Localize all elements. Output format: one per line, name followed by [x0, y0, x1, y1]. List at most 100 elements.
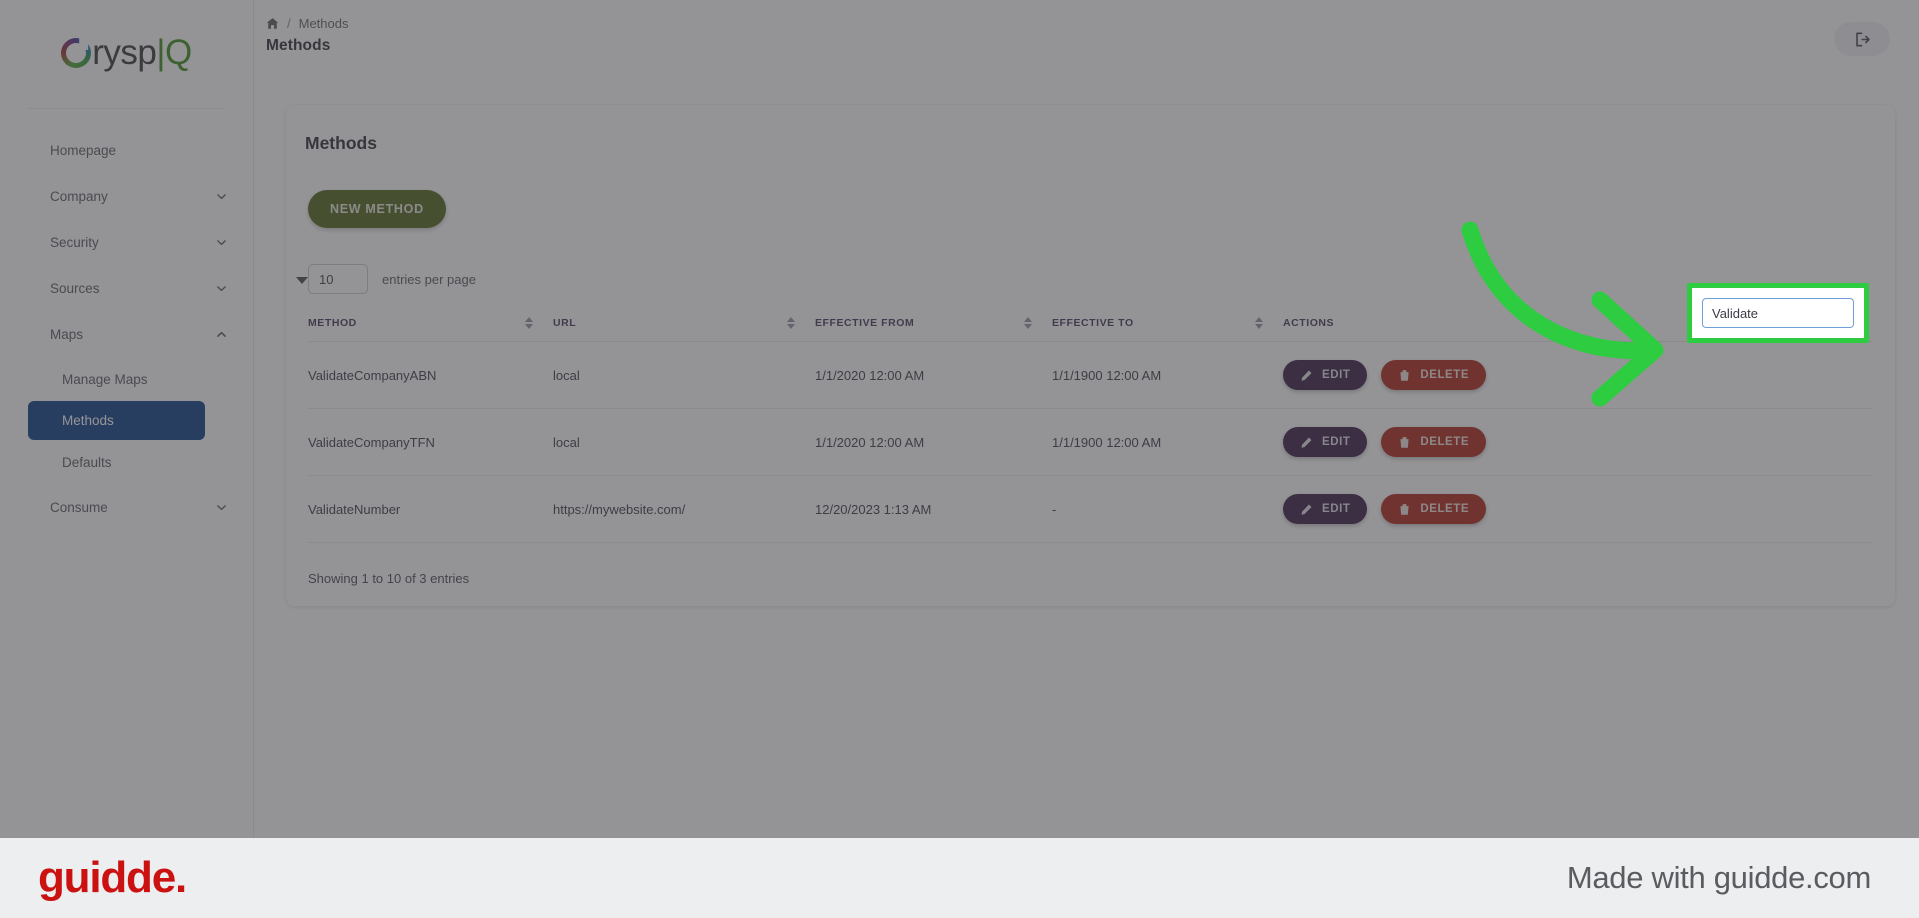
cell-actions: EDIT DELETE: [1283, 408, 1873, 476]
sidebar-item-consume[interactable]: Consume: [0, 484, 253, 530]
sidebar-item-label: Manage Maps: [62, 371, 148, 387]
logout-icon: [1854, 31, 1871, 48]
chevron-down-icon: [216, 237, 227, 248]
showing-entries-text: Showing 1 to 10 of 3 entries: [308, 571, 470, 586]
logo-text-q: Q: [164, 33, 192, 72]
card-title: Methods: [305, 133, 377, 153]
search-highlight-box: [1687, 283, 1869, 343]
sidebar-item-label: Homepage: [50, 142, 117, 158]
page-title: Methods: [266, 37, 331, 54]
caret-down-icon: [296, 277, 308, 284]
table-row[interactable]: ValidateCompanyABN local 1/1/2020 12:00 …: [308, 341, 1873, 409]
delete-button[interactable]: DELETE: [1381, 360, 1487, 390]
new-method-button[interactable]: NEW METHOD: [308, 190, 446, 228]
edit-button[interactable]: EDIT: [1283, 427, 1368, 457]
guidde-footer: guidde. Made with guidde.com: [0, 838, 1919, 918]
sidebar-item-label: Consume: [50, 499, 108, 515]
guidde-logo: guidde.: [38, 853, 187, 902]
breadcrumb-current[interactable]: Methods: [299, 16, 349, 31]
column-label: EFFECTIVE FROM: [815, 317, 915, 329]
cell-effective-from: 1/1/2020 12:00 AM: [815, 408, 1052, 476]
sidebar-item-company[interactable]: Company: [0, 173, 253, 219]
main-content: / Methods Methods Methods NEW METHOD 10 …: [254, 0, 1919, 838]
entries-per-page-label: entries per page: [382, 271, 476, 287]
table-row[interactable]: ValidateCompanyTFN local 1/1/2020 12:00 …: [308, 408, 1873, 476]
logo-text-rysp: rysp: [92, 33, 157, 72]
logo-circle-icon: [55, 32, 98, 74]
cell-effective-to: 1/1/1900 12:00 AM: [1052, 408, 1283, 476]
pencil-icon: [1300, 503, 1313, 516]
sidebar-item-security[interactable]: Security: [0, 219, 253, 265]
cell-effective-from: 12/20/2023 1:13 AM: [815, 475, 1052, 543]
column-label: EFFECTIVE TO: [1052, 317, 1134, 329]
column-header-effective-to[interactable]: EFFECTIVE TO: [1052, 305, 1283, 342]
cell-url: https://mywebsite.com/: [553, 475, 815, 543]
sidebar-item-methods[interactable]: Methods: [28, 401, 205, 440]
entries-per-page-control: 10 entries per page: [296, 264, 476, 294]
pencil-icon: [1300, 369, 1313, 382]
delete-label: DELETE: [1420, 369, 1470, 381]
cell-actions: EDIT DELETE: [1283, 341, 1873, 409]
sidebar-nav: Homepage Company Security Sources Maps M…: [0, 109, 253, 530]
cell-method: ValidateNumber: [308, 475, 553, 543]
sort-icon[interactable]: [787, 317, 795, 329]
cell-effective-from: 1/1/2020 12:00 AM: [815, 341, 1052, 409]
trash-icon: [1398, 503, 1411, 516]
sidebar-item-label: Security: [50, 234, 99, 250]
entries-per-page-select[interactable]: 10: [308, 264, 368, 294]
sidebar-item-sources[interactable]: Sources: [0, 265, 253, 311]
chevron-down-icon: [216, 191, 227, 202]
cell-method: ValidateCompanyTFN: [308, 408, 553, 476]
column-label: URL: [553, 317, 577, 329]
breadcrumb-separator: /: [287, 16, 291, 31]
delete-label: DELETE: [1420, 503, 1470, 515]
cell-effective-to: -: [1052, 475, 1283, 543]
column-header-effective-from[interactable]: EFFECTIVE FROM: [815, 305, 1052, 342]
logout-button[interactable]: [1834, 22, 1890, 56]
home-icon[interactable]: [266, 17, 279, 30]
table-controls: 10 entries per page: [296, 259, 1873, 299]
sidebar-item-homepage[interactable]: Homepage: [0, 127, 253, 173]
sidebar-item-manage-maps[interactable]: Manage Maps: [0, 357, 253, 401]
column-header-url[interactable]: URL: [553, 305, 815, 342]
sidebar-item-label: Sources: [50, 280, 100, 296]
methods-card: Methods NEW METHOD 10 entries per page M…: [286, 105, 1895, 606]
table-row[interactable]: ValidateNumber https://mywebsite.com/ 12…: [308, 475, 1873, 543]
pencil-icon: [1300, 436, 1313, 449]
edit-label: EDIT: [1322, 436, 1351, 448]
search-input[interactable]: [1702, 298, 1854, 328]
methods-table: METHOD URL EFFECTIVE FROM EFFECTIVE TO A…: [308, 305, 1873, 543]
column-header-method[interactable]: METHOD: [308, 305, 553, 342]
topbar: / Methods Methods: [254, 0, 1919, 82]
edit-button[interactable]: EDIT: [1283, 360, 1368, 390]
chevron-down-icon: [216, 283, 227, 294]
sidebar-item-label: Defaults: [62, 454, 112, 470]
cell-effective-to: 1/1/1900 12:00 AM: [1052, 341, 1283, 409]
sidebar-item-label: Company: [50, 188, 108, 204]
trash-icon: [1398, 436, 1411, 449]
delete-button[interactable]: DELETE: [1381, 427, 1487, 457]
sort-icon[interactable]: [525, 317, 533, 329]
breadcrumb-block: / Methods Methods: [264, 16, 349, 55]
sidebar-item-label: Methods: [62, 413, 114, 428]
breadcrumb: / Methods: [266, 16, 349, 31]
table-head: METHOD URL EFFECTIVE FROM EFFECTIVE TO A…: [308, 305, 1873, 342]
delete-label: DELETE: [1420, 436, 1470, 448]
cell-url: local: [553, 341, 815, 409]
sidebar-item-maps[interactable]: Maps: [0, 311, 253, 357]
sidebar: rysp | Q Homepage Company Security Sourc…: [0, 0, 254, 838]
sort-icon[interactable]: [1024, 317, 1032, 329]
chevron-up-icon: [216, 329, 227, 340]
cell-url: local: [553, 408, 815, 476]
app-logo[interactable]: rysp | Q: [0, 22, 253, 84]
column-label: METHOD: [308, 317, 357, 329]
edit-label: EDIT: [1322, 369, 1351, 381]
column-label: ACTIONS: [1283, 317, 1335, 329]
sort-icon[interactable]: [1255, 317, 1263, 329]
delete-button[interactable]: DELETE: [1381, 494, 1487, 524]
edit-button[interactable]: EDIT: [1283, 494, 1368, 524]
sidebar-item-defaults[interactable]: Defaults: [0, 440, 253, 484]
cell-actions: EDIT DELETE: [1283, 475, 1873, 543]
app-window: rysp | Q Homepage Company Security Sourc…: [0, 0, 1919, 838]
sidebar-item-label: Maps: [50, 326, 84, 342]
